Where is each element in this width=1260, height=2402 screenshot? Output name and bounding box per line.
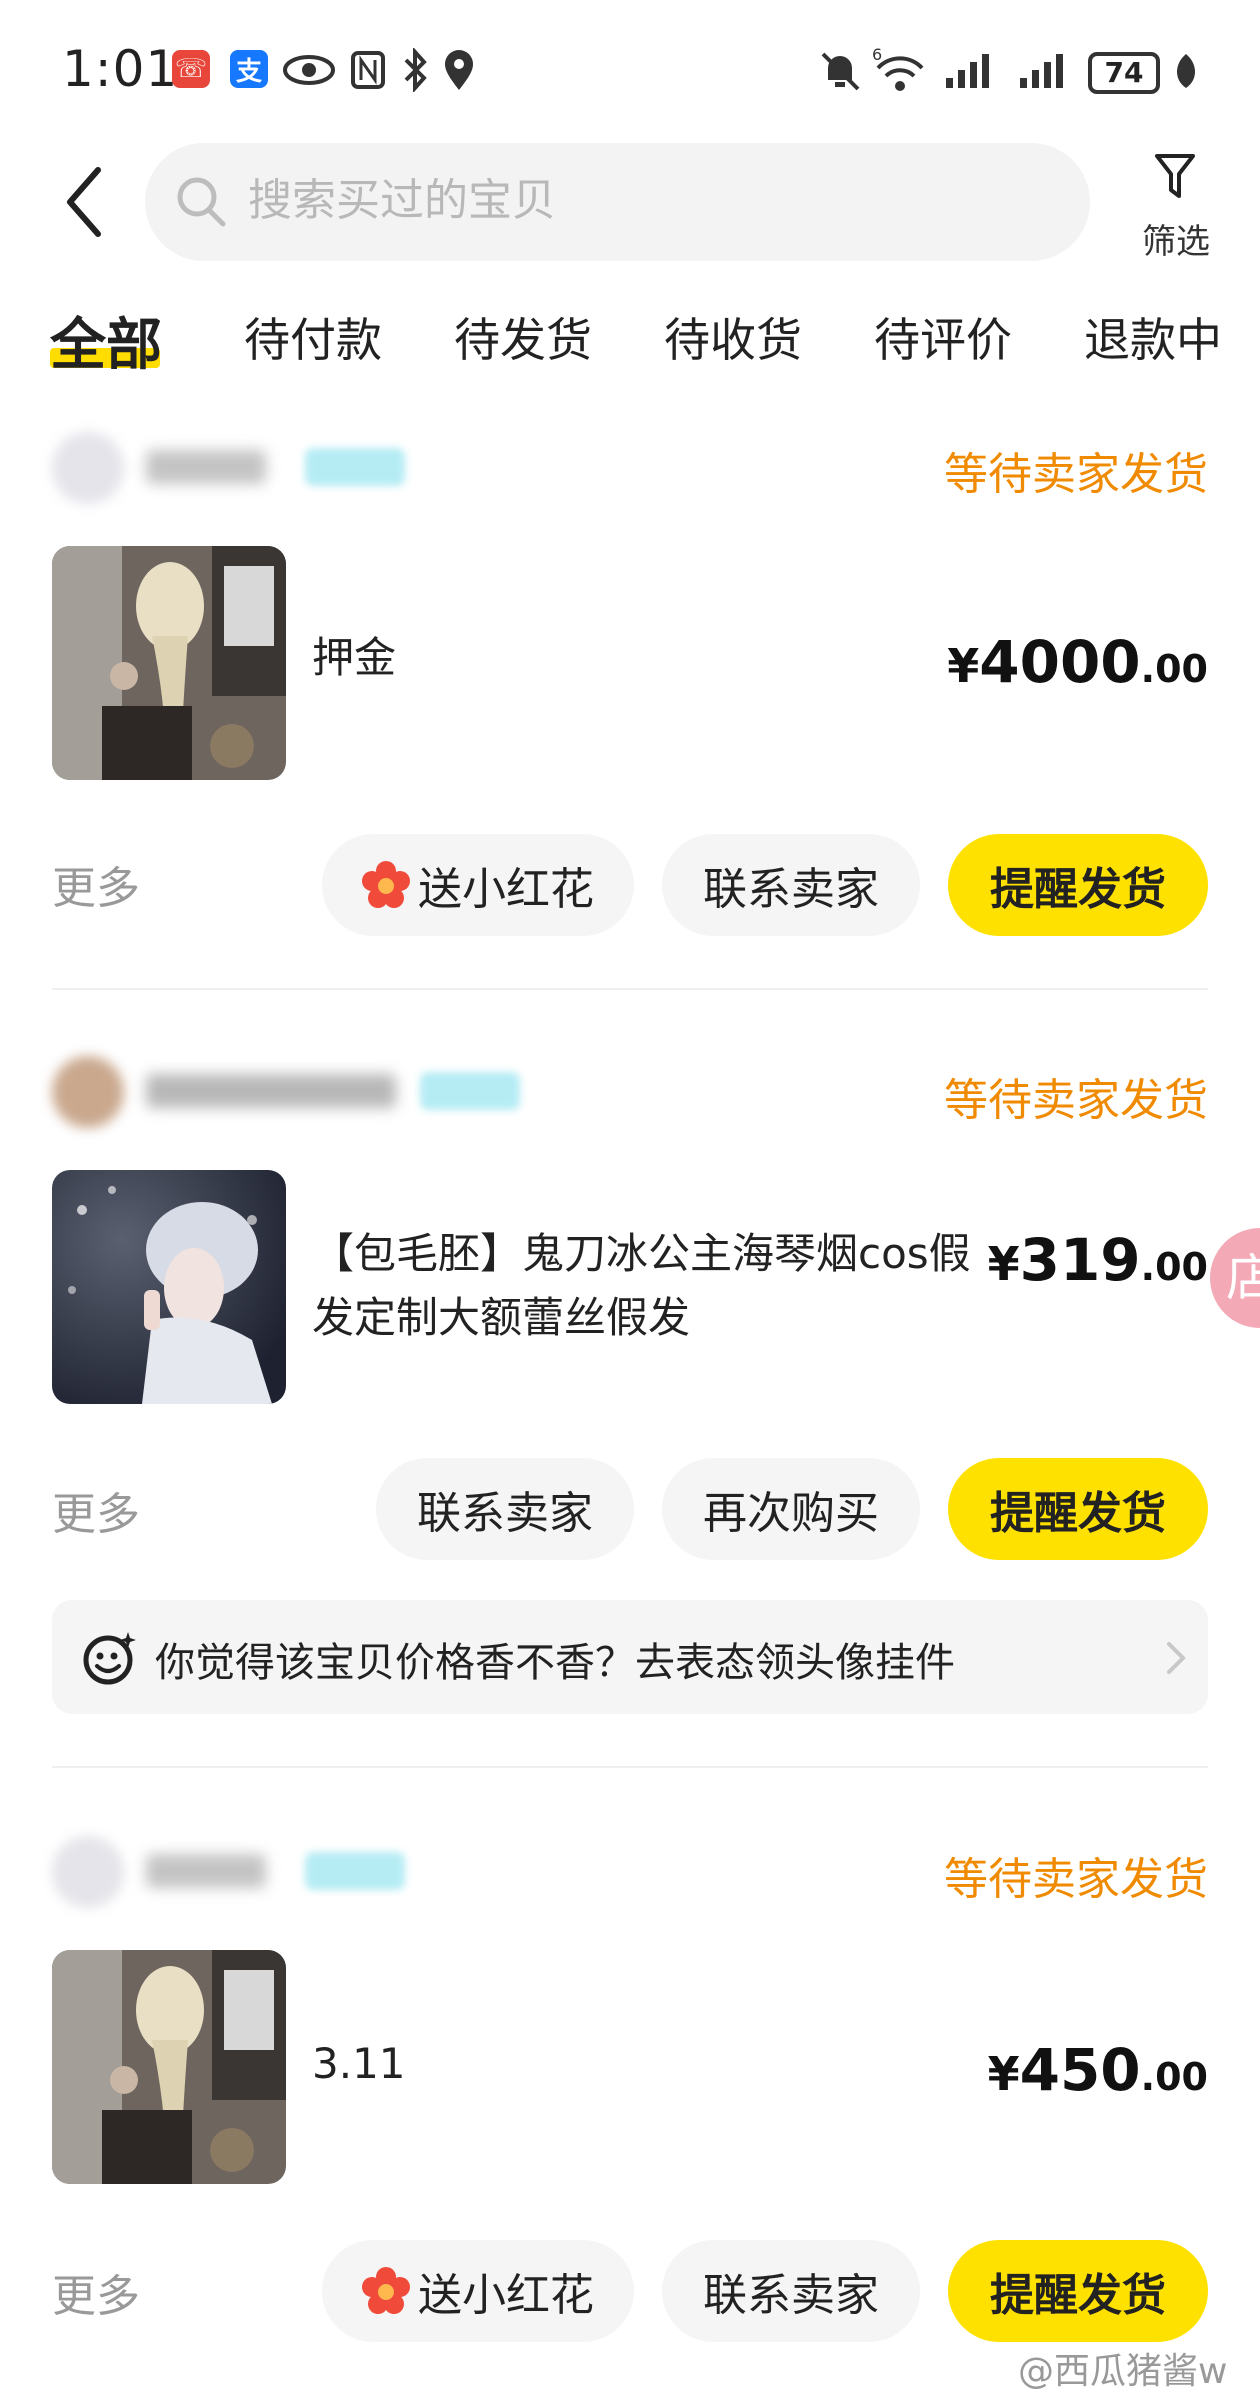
item-title[interactable]: 3.11 — [312, 2032, 912, 2096]
search-placeholder: 搜索买过的宝贝 — [248, 175, 556, 226]
item-price: ¥319.00 — [960, 1226, 1208, 1294]
filter-button-label[interactable]: 筛选 — [1130, 214, 1222, 263]
leaf-icon — [1177, 54, 1195, 88]
shop-name[interactable] — [146, 1074, 396, 1108]
more-link[interactable]: 更多 — [52, 852, 140, 916]
location-icon — [445, 50, 473, 90]
search-icon — [177, 177, 226, 227]
price-symbol: ¥ — [947, 639, 980, 693]
chevron-right-icon — [1167, 1642, 1186, 1674]
tab-pending-payment[interactable]: 待付款 — [244, 304, 382, 370]
shop-avatar[interactable] — [52, 432, 124, 504]
tab-pending-receipt[interactable]: 待收货 — [664, 304, 802, 370]
signal-icon — [1020, 54, 1063, 88]
eye-icon — [283, 55, 335, 85]
send-flower-button[interactable]: 送小红花 — [322, 2240, 634, 2342]
shop-badge — [305, 1852, 405, 1890]
more-link[interactable]: 更多 — [52, 1478, 140, 1542]
promo-text: 你觉得该宝贝价格香不香？去表态领头像挂件 — [155, 1640, 955, 1686]
phone-app-icon: ☏ — [172, 50, 210, 88]
remind-shipment-button[interactable]: 提醒发货 — [948, 2240, 1208, 2342]
filter-icon[interactable] — [1153, 152, 1197, 202]
svg-text:6: 6 — [872, 46, 882, 64]
remind-shipment-button[interactable]: 提醒发货 — [948, 834, 1208, 936]
back-arrow-icon[interactable] — [60, 162, 108, 242]
more-link[interactable]: 更多 — [52, 2260, 140, 2324]
floating-shop-button[interactable]: 店 — [1210, 1228, 1260, 1328]
item-title[interactable]: 押金 — [312, 626, 912, 690]
price-decimal: .00 — [1140, 1245, 1208, 1289]
smiley-sparkle-icon — [83, 1632, 136, 1685]
shop-badge — [420, 1072, 520, 1110]
product-thumbnail[interactable] — [52, 546, 286, 780]
button-label: 送小红花 — [418, 864, 594, 915]
contact-seller-button[interactable]: 联系卖家 — [376, 1458, 634, 1560]
tab-refunding[interactable]: 退款中 — [1084, 304, 1222, 370]
divider — [52, 1766, 1208, 1768]
battery-icon: 74 — [1088, 52, 1160, 94]
item-title[interactable]: 【包毛胚】鬼刀冰公主海琴烟cos假发定制大额蕾丝假发 — [312, 1222, 992, 1350]
send-flower-button[interactable]: 送小红花 — [322, 834, 634, 936]
tab-all[interactable]: 全部 — [50, 300, 162, 381]
price-decimal: .00 — [1140, 647, 1208, 691]
red-flower-icon — [362, 2267, 410, 2314]
nfc-icon — [351, 51, 385, 89]
status-time: 1:01 — [62, 40, 179, 98]
tab-pending-review[interactable]: 待评价 — [874, 304, 1012, 370]
watermark: @西瓜猪酱w — [1018, 2351, 1228, 2392]
order-status: 等待卖家发货 — [944, 1854, 1208, 1905]
tab-pending-shipment[interactable]: 待发货 — [454, 304, 592, 370]
price-symbol: ¥ — [987, 2047, 1020, 2101]
shop-name[interactable] — [146, 450, 266, 484]
divider — [52, 988, 1208, 990]
price-integer: 319 — [1019, 1226, 1141, 1294]
bluetooth-icon — [404, 48, 427, 92]
button-label: 送小红花 — [418, 2270, 594, 2321]
price-symbol: ¥ — [987, 1237, 1020, 1291]
mute-bell-icon — [821, 52, 860, 91]
contact-seller-button[interactable]: 联系卖家 — [662, 2240, 920, 2342]
product-thumbnail[interactable] — [52, 1170, 286, 1404]
price-decimal: .00 — [1140, 2055, 1208, 2099]
price-integer: 4000 — [979, 628, 1141, 696]
shop-badge — [305, 448, 405, 486]
shop-name[interactable] — [146, 1854, 266, 1888]
shop-avatar[interactable] — [52, 1056, 124, 1128]
buy-again-button[interactable]: 再次购买 — [662, 1458, 920, 1560]
order-status: 等待卖家发货 — [944, 1075, 1208, 1126]
wifi-icon: 6 — [872, 46, 924, 91]
item-price: ¥450.00 — [900, 2036, 1208, 2104]
contact-seller-button[interactable]: 联系卖家 — [662, 834, 920, 936]
price-integer: 450 — [1019, 2036, 1141, 2104]
order-status: 等待卖家发货 — [944, 449, 1208, 500]
product-thumbnail[interactable] — [52, 1950, 286, 2184]
remind-shipment-button[interactable]: 提醒发货 — [948, 1458, 1208, 1560]
shop-avatar[interactable] — [52, 1836, 124, 1908]
signal-icon — [946, 54, 989, 88]
item-price: ¥4000.00 — [860, 628, 1208, 696]
alipay-icon: 支 — [230, 50, 268, 88]
red-flower-icon — [362, 861, 410, 908]
